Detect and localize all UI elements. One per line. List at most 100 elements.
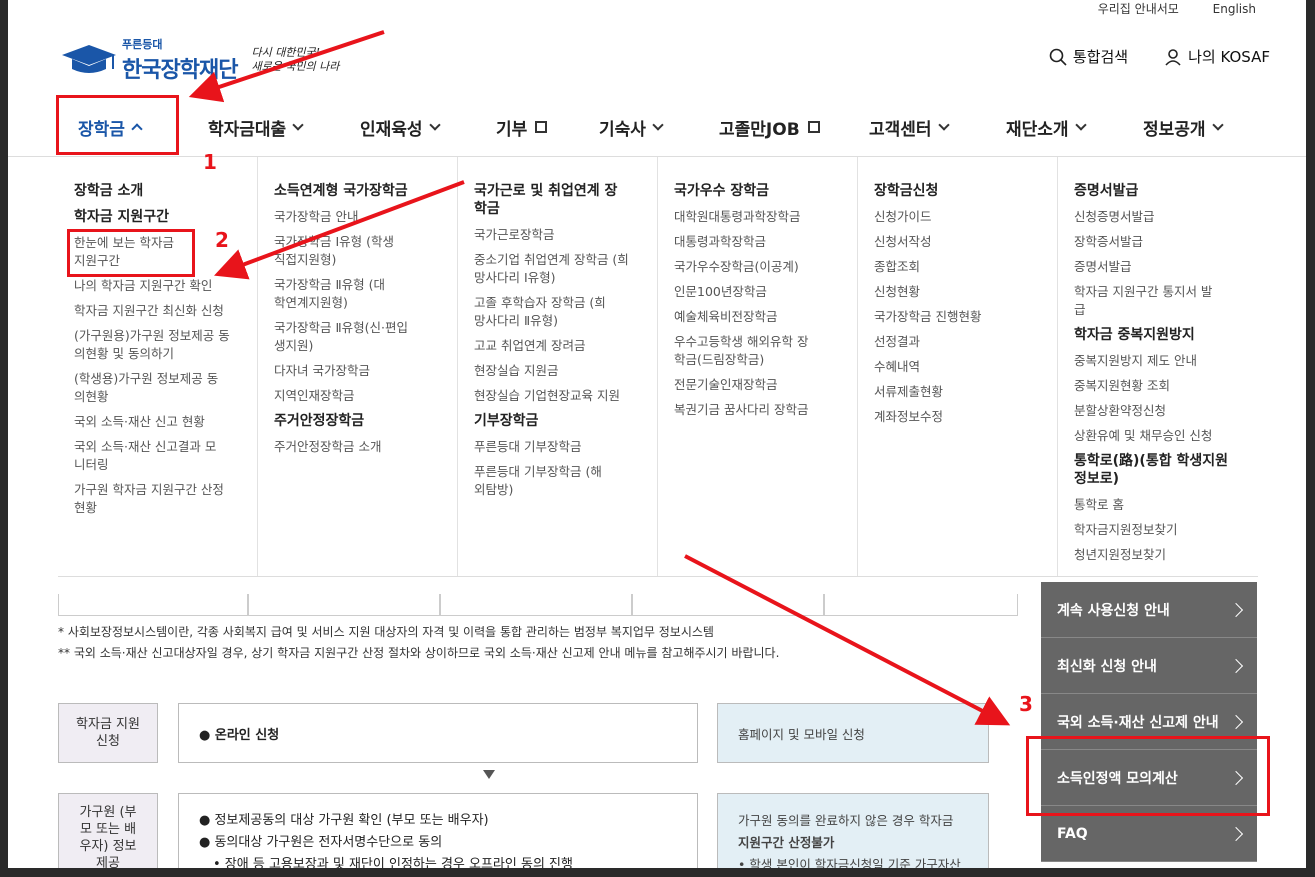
menu-link[interactable]: 전문기술인재장학금 [674, 376, 841, 394]
menu-link[interactable]: 선정결과 [874, 333, 1041, 351]
menu-link[interactable]: 국가장학금 진행현황 [874, 308, 1041, 326]
annotation-number: 3 [1019, 692, 1033, 716]
nav-student-loan[interactable]: 학자금대출 [208, 115, 360, 140]
chevron-right-icon [1228, 826, 1244, 841]
menu-link[interactable]: 계좌정보수정 [874, 408, 1041, 426]
menu-link[interactable]: 상환유예 및 채무승인 신청 [1074, 427, 1242, 445]
menu-link[interactable]: 장학증서발급 [1074, 233, 1242, 251]
menu-heading[interactable]: 학자금 중복지원방지 [1074, 326, 1242, 344]
menu-link[interactable]: 학자금 지원구간 통지서 발급 [1074, 283, 1219, 319]
menu-link[interactable]: 서류제출현황 [874, 383, 1041, 401]
chevron-right-icon [1228, 714, 1244, 729]
menu-link[interactable]: 다자녀 국가장학금 [274, 362, 441, 380]
menu-heading[interactable]: 주거안정장학금 [274, 412, 441, 430]
menu-link[interactable]: 인문100년장학금 [674, 283, 841, 301]
menu-link[interactable]: 나의 학자금 지원구간 확인 [74, 277, 241, 295]
menu-link[interactable]: 푸른등대 기부장학금 (해외탐방) [474, 463, 604, 499]
nav-disclosure[interactable]: 정보공개 [1143, 115, 1253, 140]
menu-link[interactable]: 증명서발급 [1074, 258, 1242, 276]
menu-link[interactable]: 국가근로장학금 [474, 226, 641, 244]
chevron-down-icon [292, 119, 304, 131]
menu-link[interactable]: 국가장학금 Ⅱ유형 (대학연계지원형) [274, 276, 394, 312]
menu-heading[interactable]: 통학로(路)(통합 학생지원 정보로) [1074, 452, 1244, 488]
menu-link[interactable]: 예술체육비전장학금 [674, 308, 841, 326]
search-label: 통합검색 [1072, 48, 1129, 66]
flow-arrow-icon [483, 770, 495, 779]
menu-link[interactable]: 분할상환약정신청 [1074, 402, 1242, 420]
menu-link[interactable]: 복권기금 꿈사다리 장학금 [674, 401, 841, 419]
logo-title: 한국장학재단 [122, 58, 238, 83]
menu-link[interactable]: 우수고등학생 해외유학 장학금(드림장학금) [674, 333, 814, 369]
menu-link[interactable]: 신청가이드 [874, 208, 1041, 226]
menu-link[interactable]: 고졸 후학습자 장학금 (희망사다리 Ⅱ유형) [474, 294, 614, 330]
menu-link[interactable]: 국외 소득·재산 신고 현황 [74, 413, 241, 431]
menu-link[interactable]: 국외 소득·재산 신고결과 모니터링 [74, 438, 224, 474]
menu-link[interactable]: (학생용)가구원 정보제공 동의현황 [74, 370, 224, 406]
search-button[interactable]: 통합검색 [1049, 46, 1128, 67]
menu-link[interactable]: 고교 취업연계 장려금 [474, 337, 641, 355]
util-link-guide[interactable]: 우리집 안내서모 [1098, 2, 1179, 16]
menu-column-work: 국가근로 및 취업연계 장학금 국가근로장학금 중소기업 취업연계 장학금 (희… [458, 157, 658, 576]
menu-link[interactable]: 국가장학금 Ⅱ유형(신·편입생지원) [274, 319, 414, 355]
nav-about[interactable]: 재단소개 [1006, 115, 1143, 140]
annotation-number: 2 [215, 228, 229, 252]
menu-link[interactable]: 푸른등대 기부장학금 [474, 438, 641, 456]
logo[interactable]: 푸른등대 한국장학재단 다시 대한민국! 새로운 국민의 나라 [60, 36, 339, 84]
menu-heading[interactable]: 국가근로 및 취업연계 장학금 [474, 182, 624, 218]
nav-talent[interactable]: 인재육성 [360, 115, 496, 140]
menu-link[interactable]: 신청현황 [874, 283, 1041, 301]
nav-dormitory[interactable]: 기숙사 [599, 115, 719, 140]
menu-link[interactable]: 수혜내역 [874, 358, 1041, 376]
menu-column-intro: 장학금 소개 학자금 지원구간 한눈에 보는 학자금 지원구간 나의 학자금 지… [58, 157, 258, 576]
menu-link[interactable]: 대통령과학장학금 [674, 233, 841, 251]
nav-customer-center[interactable]: 고객센터 [869, 115, 1006, 140]
nav-job[interactable]: 고졸만JOB [719, 115, 869, 140]
quick-menu-item[interactable]: 계속 사용신청 안내 [1041, 582, 1257, 638]
flow-step-label: 가구원 (부모 또는 배우자) 정보제공 [58, 793, 158, 868]
menu-link[interactable]: 국가장학금 Ⅰ유형 (학생직접지원형) [274, 233, 394, 269]
highlight-box [1026, 736, 1270, 816]
menu-link[interactable]: 국가우수장학금(이공계) [674, 258, 841, 276]
my-kosaf-label: 나의 KOSAF [1188, 48, 1270, 66]
menu-heading[interactable]: 국가우수 장학금 [674, 182, 841, 200]
my-kosaf-button[interactable]: 나의 KOSAF [1164, 46, 1270, 67]
logo-subtitle: 푸른등대 [122, 38, 163, 51]
menu-heading[interactable]: 증명서발급 [1074, 182, 1242, 200]
menu-column-apply: 장학금신청 신청가이드 신청서작성 종합조회 신청현황 국가장학금 진행현황 선… [858, 157, 1058, 576]
flow-step-note: 가구원 동의를 완료하지 않은 경우 학자금 지원구간 산정불가 • 학생 본인… [717, 793, 989, 868]
annotation-number: 1 [203, 150, 217, 174]
menu-link[interactable]: 학자금 지원구간 최신화 신청 [74, 302, 224, 320]
menu-column-certificate: 증명서발급 신청증명서발급 장학증서발급 증명서발급 학자금 지원구간 통지서 … [1058, 157, 1258, 576]
menu-link[interactable]: 중소기업 취업연계 장학금 (희망사다리 Ⅰ유형) [474, 251, 629, 287]
chevron-down-icon [937, 119, 950, 131]
quick-menu-item[interactable]: 최신화 신청 안내 [1041, 638, 1257, 694]
table-bottom-edge [58, 594, 1018, 616]
menu-link[interactable]: 신청서작성 [874, 233, 1041, 251]
menu-link[interactable]: (가구원용)가구원 정보제공 동의현황 및 동의하기 [74, 327, 234, 363]
menu-link[interactable]: 신청증명서발급 [1074, 208, 1242, 226]
menu-link[interactable]: 주거안정장학금 소개 [274, 438, 441, 456]
menu-link[interactable]: 중복지원현황 조회 [1074, 377, 1242, 395]
menu-link[interactable]: 현장실습 지원금 [474, 362, 641, 380]
util-link-english[interactable]: English [1213, 2, 1256, 16]
menu-heading[interactable]: 학자금 지원구간 [74, 208, 241, 226]
menu-heading[interactable]: 기부장학금 [474, 412, 641, 430]
menu-link[interactable]: 대학원대통령과학장학금 [674, 208, 841, 226]
menu-link[interactable]: 중복지원방지 제도 안내 [1074, 352, 1242, 370]
menu-link[interactable]: 통학로 홈 [1074, 496, 1242, 514]
main-navigation: 장학금 학자금대출 인재육성 기부 기숙사 고졸만JOB 고객센터 재단소개 정… [58, 102, 1266, 152]
menu-link[interactable]: 학자금지원정보찾기 [1074, 521, 1242, 539]
menu-heading[interactable]: 장학금 소개 [74, 182, 241, 200]
menu-link[interactable]: 청년지원정보찾기 [1074, 546, 1242, 564]
menu-link[interactable]: 현장실습 기업현장교육 지원 [474, 387, 641, 405]
menu-heading[interactable]: 장학금신청 [874, 182, 1041, 200]
menu-link[interactable]: 가구원 학자금 지원구간 산정 현황 [74, 481, 224, 517]
chevron-right-icon [1228, 658, 1244, 673]
menu-heading[interactable]: 소득연계형 국가장학금 [274, 182, 441, 200]
menu-link[interactable]: 국가장학금 안내 [274, 208, 441, 226]
footnote: * 사회보장정보시스템이란, 각종 사회복지 급여 및 서비스 지원 대상자의 … [58, 625, 714, 639]
menu-link[interactable]: 지역인재장학금 [274, 387, 441, 405]
nav-donation[interactable]: 기부 [496, 115, 599, 140]
menu-link[interactable]: 종합조회 [874, 258, 1041, 276]
external-link-icon [535, 121, 548, 133]
